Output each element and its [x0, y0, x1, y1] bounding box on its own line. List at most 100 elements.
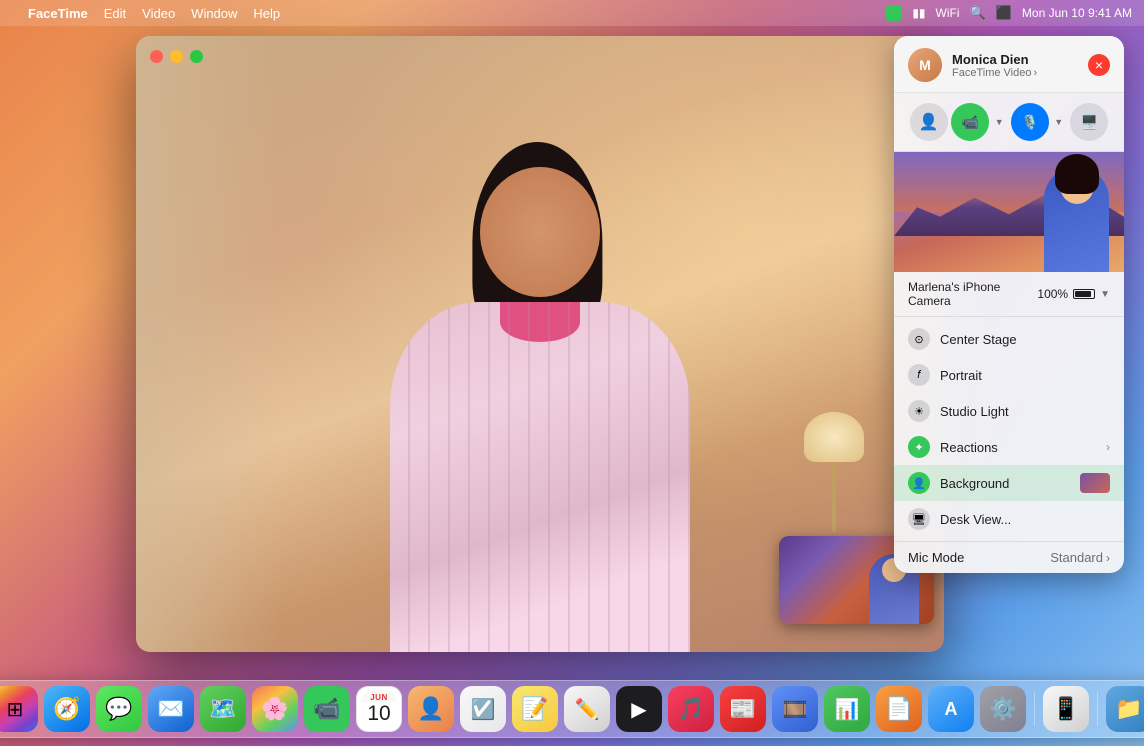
camera-icon: 📹 [962, 114, 979, 131]
launchpad-icon: ⊞ [7, 697, 24, 722]
room-lamp [804, 412, 864, 532]
call-type-text: FaceTime Video [952, 67, 1031, 79]
dock-separator [1034, 692, 1035, 726]
camera-source-name: Marlena's iPhone Camera [908, 280, 1037, 308]
dock-app-reminders[interactable]: ☑️ [460, 686, 506, 732]
dock-app-news[interactable]: 📰 [720, 686, 766, 732]
dock: 🔍 ⊞ 🧭 💬 ✉️ 🗺️ 🌸 📹 JUN 10 👤 ☑️ 📝 ✏️ ▶ [0, 680, 1144, 738]
desk-view-icon: 🖥 [908, 508, 930, 530]
appstore-icon: A [945, 699, 958, 720]
music-icon: 🎵 [677, 696, 704, 722]
dock-app-numbers[interactable]: 📊 [824, 686, 870, 732]
mic-mode-row[interactable]: Mic Mode Standard › [894, 541, 1124, 573]
lamp-shade [804, 412, 864, 462]
mute-person-button[interactable]: 👤 [910, 103, 948, 141]
dock-app-settings[interactable]: ⚙️ [980, 686, 1026, 732]
dock-app-freeform[interactable]: ✏️ [564, 686, 610, 732]
hud-controls-row: 👤 📹 ▼ 🎙️ ▼ 🖥️ [894, 93, 1124, 152]
dock-app-iphone[interactable]: 📱 [1043, 686, 1089, 732]
reactions-item[interactable]: ✦ Reactions › [894, 429, 1124, 465]
dock-app-launchpad[interactable]: ⊞ [0, 686, 38, 732]
dock-app-appletv[interactable]: ▶ [616, 686, 662, 732]
portrait-label: Portrait [940, 368, 1110, 383]
dock-folder[interactable]: 📁 [1106, 686, 1144, 732]
fullscreen-window-button[interactable] [190, 50, 203, 63]
video-button[interactable]: 📹 [951, 103, 989, 141]
dock-app-pages[interactable]: 📄 [876, 686, 922, 732]
dock-app-safari[interactable]: 🧭 [44, 686, 90, 732]
studio-light-item[interactable]: ☀ Studio Light [894, 393, 1124, 429]
calendar-month-label: JUN [361, 690, 397, 702]
menubar-video[interactable]: Video [142, 6, 175, 21]
camera-row-expand-icon[interactable]: ▼ [1100, 289, 1110, 300]
control-center-icon[interactable]: ⬛ [996, 5, 1012, 21]
contacts-icon: 👤 [417, 696, 444, 722]
center-stage-label: Center Stage [940, 332, 1110, 347]
search-icon[interactable]: 🔍 [970, 5, 986, 21]
menubar-left: FaceTime Edit Video Window Help [12, 6, 280, 21]
clock: Mon Jun 10 9:41 AM [1022, 6, 1132, 20]
hud-camera-row[interactable]: Marlena's iPhone Camera 100% ▼ [894, 272, 1124, 317]
safari-icon: 🧭 [53, 696, 80, 722]
studio-light-icon: ☀ [908, 400, 930, 422]
background-item[interactable]: 👤 Background [894, 465, 1124, 501]
call-type[interactable]: FaceTime Video › [952, 67, 1078, 79]
pages-icon: 📄 [885, 696, 912, 722]
desk-view-label: Desk View... [940, 512, 1110, 527]
battery-percent-text: 100% [1037, 287, 1068, 301]
facetime-main-window [136, 36, 944, 652]
dock-app-maps[interactable]: 🗺️ [200, 686, 246, 732]
screen-record-icon[interactable] [886, 5, 902, 21]
mic-dropdown-button[interactable]: ▼ [1051, 114, 1067, 130]
dock-app-mail[interactable]: ✉️ [148, 686, 194, 732]
settings-icon: ⚙️ [989, 696, 1016, 722]
hud-effects-menu: ⊙ Center Stage 𝑓 Portrait ☀ Studio Light… [894, 317, 1124, 541]
reactions-icon: ✦ [908, 436, 930, 458]
mic-mode-value: Standard [1050, 550, 1103, 565]
dock-app-photos[interactable]: 🌸 [252, 686, 298, 732]
background-icon: 👤 [908, 472, 930, 494]
background-thumbnail [1080, 473, 1110, 493]
menubar-window[interactable]: Window [191, 6, 237, 21]
appletv-icon: ▶ [631, 697, 646, 722]
reactions-expand-icon: › [1106, 440, 1110, 454]
notes-icon: 📝 [521, 696, 548, 722]
dock-app-contacts[interactable]: 👤 [408, 686, 454, 732]
portrait-item[interactable]: 𝑓 Portrait [894, 357, 1124, 393]
screen-share-button[interactable]: 🖥️ [1070, 103, 1108, 141]
minimize-window-button[interactable] [170, 50, 183, 63]
desk-view-item[interactable]: 🖥 Desk View... [894, 501, 1124, 537]
mic-dropdown-arrow-icon: ▼ [1054, 117, 1063, 127]
center-stage-item[interactable]: ⊙ Center Stage [894, 321, 1124, 357]
hud-close-button[interactable] [1088, 54, 1110, 76]
facetime-hud-panel: M Monica Dien FaceTime Video › 👤 📹 ▼ [894, 36, 1124, 573]
folder-icon: 📁 [1115, 696, 1142, 722]
battery-icon: ▮▮ [912, 6, 925, 20]
calendar-day-label: 10 [367, 702, 390, 725]
battery-fill [1075, 291, 1091, 297]
dock-app-facetime[interactable]: 📹 [304, 686, 350, 732]
dock-app-music[interactable]: 🎵 [668, 686, 714, 732]
dock-app-appstore[interactable]: A [928, 686, 974, 732]
mic-button[interactable]: 🎙️ [1011, 103, 1049, 141]
dock-app-messages[interactable]: 💬 [96, 686, 142, 732]
menubar-help[interactable]: Help [253, 6, 280, 21]
messages-icon: 💬 [105, 696, 132, 722]
mic-icon: 🎙️ [1021, 114, 1038, 131]
dock-separator-2 [1097, 692, 1098, 726]
menubar-edit[interactable]: Edit [104, 6, 126, 21]
menubar-app-name[interactable]: FaceTime [28, 6, 88, 21]
video-dropdown-button[interactable]: ▼ [991, 114, 1007, 130]
dock-app-calendar[interactable]: JUN 10 [356, 686, 402, 732]
dock-app-notes[interactable]: 📝 [512, 686, 558, 732]
news-icon: 📰 [729, 696, 756, 722]
mic-mode-label: Mic Mode [908, 550, 964, 565]
hud-video-preview [894, 152, 1124, 272]
wifi-icon: WiFi [936, 6, 960, 20]
close-window-button[interactable] [150, 50, 163, 63]
mail-icon: ✉️ [157, 696, 184, 722]
person-in-call [350, 102, 730, 652]
dock-app-keynote[interactable]: 🎞️ [772, 686, 818, 732]
mic-mode-arrow-icon: › [1106, 551, 1110, 565]
numbers-icon: 📊 [835, 697, 860, 722]
